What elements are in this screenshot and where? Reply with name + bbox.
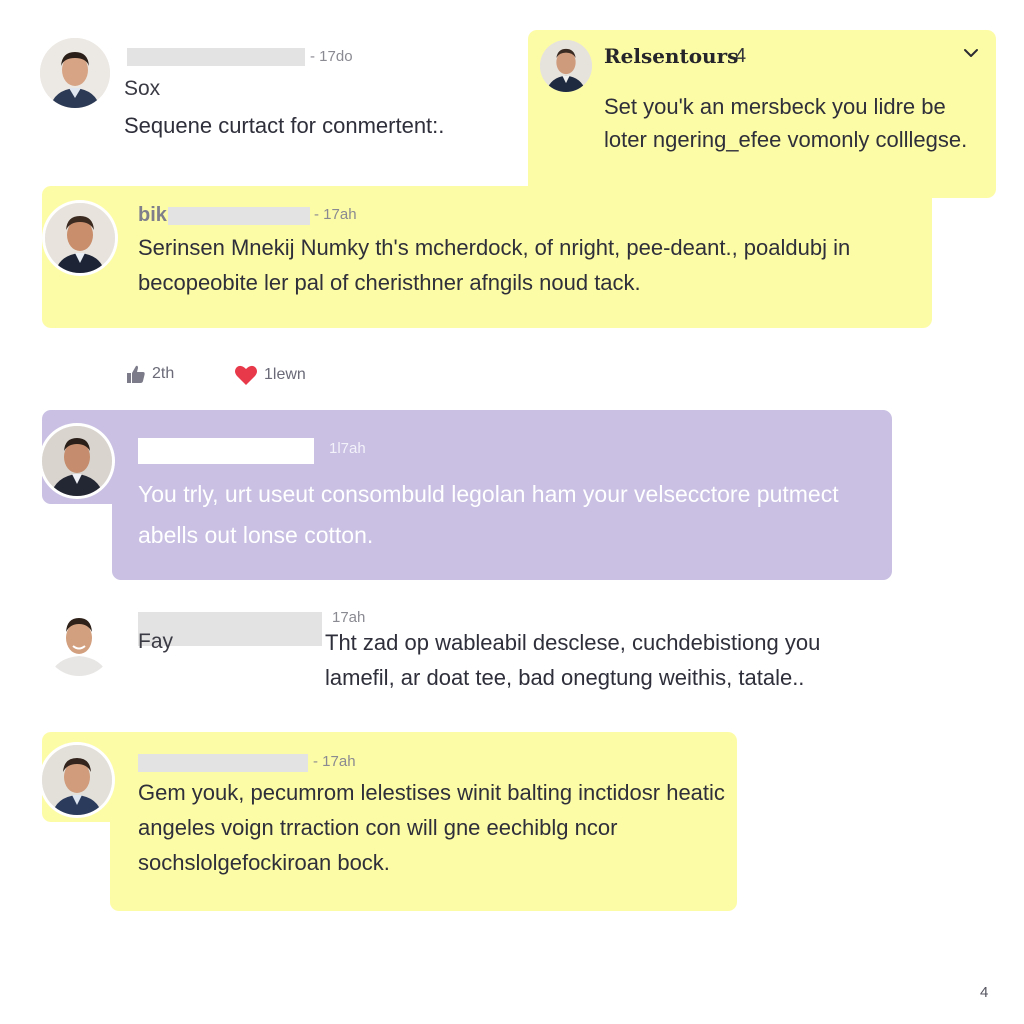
- avatar-icon: [40, 38, 110, 108]
- avatar[interactable]: [45, 203, 115, 273]
- comment-time: 17ah: [332, 609, 366, 626]
- comment-time: - 17ah: [314, 206, 357, 223]
- thumbs-up-icon: [127, 365, 145, 383]
- comment-author[interactable]: Sox: [124, 77, 160, 101]
- thread-title: Relsentours: [604, 44, 739, 68]
- username-placeholder: [138, 754, 308, 772]
- thread-text: Set you'k an mersbeck you lidre be loter…: [604, 94, 968, 152]
- username-placeholder: [138, 438, 314, 464]
- avatar-icon: [42, 745, 112, 815]
- comment-text: Tht zad op wableabil desclese, cuchdebis…: [325, 630, 821, 690]
- comment-time: - 17ah: [313, 753, 356, 770]
- page-number: 4: [980, 984, 989, 1001]
- avatar-icon: [45, 203, 115, 273]
- avatar[interactable]: [42, 426, 112, 496]
- comment-text: Gem youk, pecumrom lelestises winit balt…: [138, 780, 725, 875]
- thread-count: 4: [735, 45, 747, 67]
- avatar[interactable]: [40, 38, 110, 108]
- comment-text: Sequene curtact for conmertent:.: [124, 113, 445, 138]
- avatar[interactable]: [42, 745, 112, 815]
- comment-text: You trly, urt useut consombuld legolan h…: [138, 481, 839, 548]
- avatar-icon: [42, 426, 112, 496]
- comment-text-first-line: Tht zad op wableabil desclese, cuchdebis…: [325, 625, 925, 695]
- avatar-icon: [540, 40, 592, 92]
- love-button[interactable]: 1lewn: [234, 364, 306, 386]
- username-placeholder: [127, 48, 305, 66]
- chevron-down-icon[interactable]: [962, 46, 980, 60]
- like-button[interactable]: 2th: [126, 364, 174, 384]
- comment-time: 1l7ah: [329, 440, 366, 457]
- avatar[interactable]: [44, 606, 114, 676]
- love-count: 1lewn: [264, 366, 306, 383]
- avatar-icon: [44, 606, 114, 676]
- avatar[interactable]: [540, 40, 592, 92]
- like-count: 2th: [152, 365, 175, 382]
- username-placeholder: [168, 207, 310, 225]
- comment-author[interactable]: bik: [138, 204, 167, 227]
- comment-text: Serinsen Mnekij Numky th's mcherdock, of…: [138, 235, 851, 295]
- heart-icon: [235, 365, 257, 385]
- comment-time: - 17do: [310, 48, 353, 65]
- comment-author[interactable]: Fay: [138, 630, 173, 654]
